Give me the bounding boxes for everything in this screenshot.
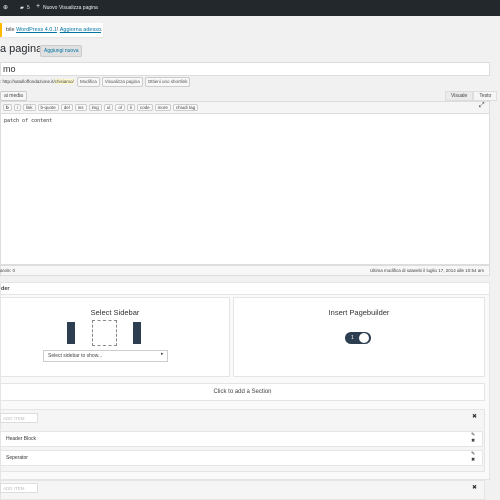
word-count: arole: 0 [0, 268, 16, 273]
tab-visual[interactable]: Visuale [445, 91, 474, 101]
add-item-button[interactable]: ADD ITEM [0, 413, 38, 423]
qt-link[interactable]: link [22, 104, 36, 111]
qt-li[interactable]: li [126, 104, 135, 111]
permalink-slug[interactable]: chisiamo/ [54, 79, 74, 84]
view-page-link[interactable]: Visualizza pagina [59, 5, 98, 11]
wp-logo-icon[interactable]: ⊕ [3, 4, 8, 11]
module-separator[interactable]: Seperator [0, 450, 483, 466]
close-icon[interactable]: ✖ [471, 458, 475, 463]
notice-prefix: bile [6, 27, 17, 33]
section-block [0, 480, 485, 500]
sidebar-select[interactable]: Select sidebar to show... [43, 350, 168, 362]
select-sidebar-title: Select Sidebar [90, 308, 140, 317]
qt-close-tags[interactable]: chiudi tag [172, 104, 199, 111]
plus-icon[interactable]: + [36, 3, 40, 10]
sidebar-left-option[interactable] [67, 322, 75, 344]
qt-ins[interactable]: ins [74, 104, 87, 111]
comment-icon[interactable]: ▰ [20, 5, 24, 11]
tab-text[interactable]: Testo [473, 91, 498, 101]
comments-count[interactable]: 5 [27, 5, 30, 11]
page-title: a pagina [0, 43, 43, 55]
add-new-button[interactable]: Aggiungi nuova [40, 45, 83, 57]
toggle-knob[interactable] [359, 333, 369, 343]
insert-pagebuilder-title: Insert Pagebuilder [328, 308, 390, 317]
module-label: Seperator [6, 455, 28, 461]
qt-del[interactable]: del [60, 104, 73, 111]
content-text: patch of content [4, 118, 53, 124]
update-notice: bile WordPress 4.0.1! Aggiorna adesso. [0, 23, 103, 37]
wordpress-version-link[interactable]: WordPress 4.0.1 [16, 27, 57, 33]
qt-img[interactable]: img [88, 104, 102, 111]
qt-ol[interactable]: ol [115, 104, 125, 111]
qt-ul[interactable]: ul [103, 104, 114, 111]
chevron-down-icon: ▸ [161, 351, 164, 357]
get-shortlink-button[interactable]: Ottieni uno shortlink [144, 77, 191, 87]
close-icon[interactable]: ✖ [472, 484, 477, 491]
content-textarea[interactable]: patch of content [0, 114, 490, 265]
permalink-label: : http://satulloffondazione.it/ [0, 79, 55, 84]
fullscreen-icon[interactable]: ⤢ [479, 102, 485, 110]
sidebar-right-option[interactable] [133, 322, 141, 344]
add-media-button[interactable]: ai media [0, 91, 27, 101]
add-section-button[interactable]: Click to add a Section [0, 383, 485, 401]
module-header-block[interactable]: Header Block [0, 431, 483, 447]
close-icon[interactable]: ✖ [471, 439, 475, 444]
permalink-row: : http://satulloffondazione.it/chisiamo/… [0, 77, 191, 87]
qt-more[interactable]: more [154, 104, 171, 111]
close-icon[interactable]: ✖ [472, 413, 477, 420]
add-item-button[interactable]: ADD ITEM [0, 483, 38, 493]
module-label: Header Block [6, 436, 37, 442]
qt-bquote[interactable]: b-quote [37, 104, 59, 111]
admin-bar: ⊕ ▰ 5 + Nuovo Visualizza pagina [0, 0, 500, 16]
qt-code[interactable]: code [136, 104, 153, 111]
qt-b[interactable]: b [3, 104, 12, 111]
pagebuilder-header[interactable]: der [0, 282, 490, 295]
quicktags-toolbar: b i link b-quote del ins img ul ol li code more chiu… [0, 101, 490, 114]
last-modified: Ultima modifica di satwebi il luglio 17,… [370, 268, 485, 273]
qt-i[interactable]: i [13, 104, 21, 111]
sidebar-none-option[interactable] [92, 320, 117, 346]
pagebuilder-title: der [1, 286, 10, 292]
new-link[interactable]: Nuovo [43, 5, 57, 11]
post-title-input[interactable]: mo [0, 62, 490, 76]
edit-permalink-button[interactable]: Modifica [76, 77, 100, 87]
toggle-value: 1 [351, 335, 354, 341]
update-now-link[interactable]: Aggiorna adesso [60, 27, 101, 33]
editor-tabs: Visuale Testo [445, 91, 498, 101]
view-page-button[interactable]: Visualizza pagina [101, 77, 143, 87]
notice-suffix: . [101, 27, 103, 33]
